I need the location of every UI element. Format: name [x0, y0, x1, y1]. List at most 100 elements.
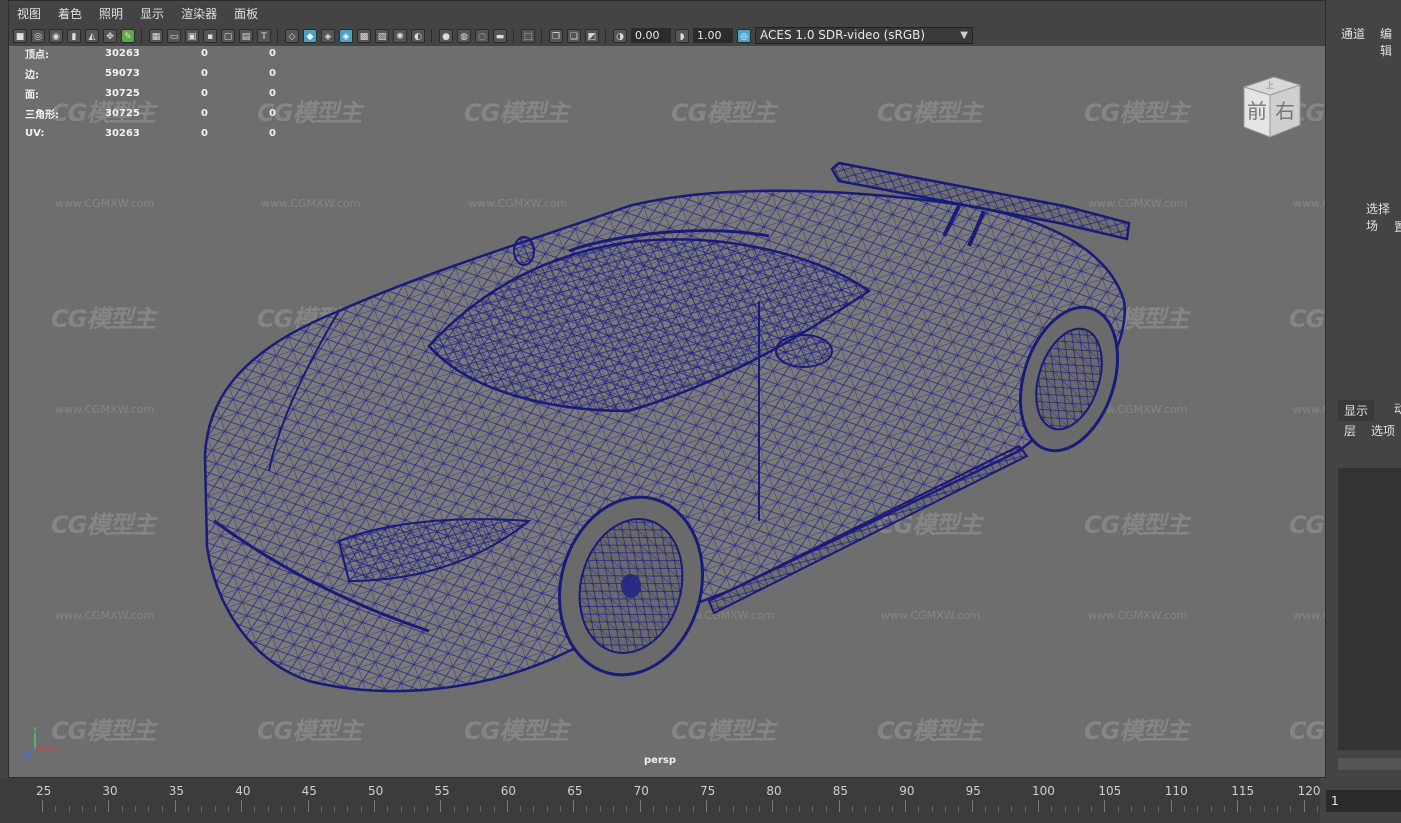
- timeline-tick-label: 100: [1032, 784, 1055, 798]
- viewcube-front-label: 前: [1247, 99, 1267, 123]
- timeline-minor-tick: [918, 806, 920, 812]
- gamma-field[interactable]: 1.00: [693, 28, 733, 43]
- color-space-value: ACES 1.0 SDR-video (sRGB): [760, 28, 926, 42]
- wireframe-icon[interactable]: ◇: [285, 28, 299, 43]
- timeline-minor-tick: [81, 806, 83, 812]
- channel-box-panel: 通道 编辑 选择场 置 显示 动 层 选项: [1328, 0, 1401, 778]
- timeline-minor-tick: [453, 806, 455, 812]
- default-material-icon[interactable]: ◈: [321, 28, 335, 43]
- xray-icon[interactable]: ▩: [357, 28, 371, 43]
- persp-viewport[interactable]: CG模型主 www.CGMXW.com CG模型主 www.CGMXW.com CG模型…: [8, 0, 1326, 778]
- camera-attr-icon[interactable]: ◉: [49, 28, 63, 43]
- hud-row: 面: 30725 0 0: [25, 83, 309, 103]
- hud-row: 顶点: 30263 0 0: [25, 43, 309, 63]
- timeline-minor-tick: [1157, 806, 1159, 812]
- timeline-minor-tick: [320, 806, 322, 812]
- timeline-tick-label: 85: [832, 784, 849, 798]
- motion-blur-icon[interactable]: ◍: [457, 28, 471, 43]
- tab-display-layers[interactable]: 显示: [1338, 400, 1375, 421]
- options-menu[interactable]: 选项: [1371, 422, 1395, 439]
- gamma-icon[interactable]: ◗: [675, 28, 689, 43]
- menu-item[interactable]: 面板: [234, 5, 258, 22]
- hud-value: 0: [269, 107, 276, 119]
- layers-menu[interactable]: 层: [1344, 422, 1356, 439]
- xray-active-icon[interactable]: ❏: [567, 28, 581, 43]
- timeline-minor-tick: [334, 806, 336, 812]
- view-cube[interactable]: 上 前 右: [1234, 73, 1306, 143]
- textured-icon[interactable]: ▨: [375, 28, 389, 43]
- timeline-minor-tick: [427, 806, 429, 812]
- timeline-minor-tick: [1210, 806, 1212, 812]
- camera-lock-icon[interactable]: ◎: [31, 28, 45, 43]
- shadows-icon[interactable]: ◐: [411, 28, 425, 43]
- timeline-minor-tick: [1277, 806, 1279, 812]
- hud-value: 0: [269, 87, 276, 99]
- timeline-minor-tick: [161, 806, 163, 812]
- grease-pencil-icon[interactable]: ✎: [121, 28, 135, 43]
- hud-value: 30725: [105, 87, 140, 99]
- timeline-tick: [174, 800, 176, 812]
- pan-zoom-icon[interactable]: ✥: [103, 28, 117, 43]
- timeline-minor-tick: [188, 806, 190, 812]
- camera-icon[interactable]: ■: [13, 28, 27, 43]
- timeline-tick: [1170, 800, 1172, 812]
- timeline-tick-label: 115: [1231, 784, 1255, 798]
- toolbar-separator: [431, 28, 432, 43]
- timeline-minor-tick: [825, 806, 827, 812]
- menu-item[interactable]: 照明: [99, 5, 123, 22]
- grid-icon[interactable]: ▦: [149, 28, 163, 43]
- safe-action-icon[interactable]: ▤: [239, 28, 253, 43]
- timeline-tick: [1303, 800, 1305, 812]
- tab-channels[interactable]: 通道: [1341, 25, 1365, 42]
- timeline-minor-tick: [1144, 806, 1146, 812]
- film-gate-icon[interactable]: ▭: [167, 28, 181, 43]
- safe-title-icon[interactable]: T: [257, 28, 271, 43]
- color-management-icon[interactable]: ◎: [737, 28, 751, 43]
- exposure-icon[interactable]: ◑: [613, 28, 627, 43]
- isolate-select-icon[interactable]: ⬚: [521, 28, 535, 43]
- timeline-minor-tick: [719, 806, 721, 812]
- anti-aliasing-icon[interactable]: ◌: [475, 28, 489, 43]
- timeline-tick-label: 30: [102, 784, 118, 798]
- timeline-tick-label: 40: [235, 784, 251, 798]
- hud-label: UV:: [25, 127, 45, 139]
- hud-row: 三角形: 30725 0 0: [25, 103, 309, 123]
- gate-mask-icon[interactable]: ▪: [203, 28, 217, 43]
- timeline-minor-tick: [599, 806, 601, 812]
- image-plane-icon[interactable]: ◭: [85, 28, 99, 43]
- exposure-field[interactable]: 0.00: [631, 28, 671, 43]
- timeline-minor-tick: [387, 806, 389, 812]
- color-space-dropdown[interactable]: ACES 1.0 SDR-video (sRGB) ▼: [755, 27, 973, 44]
- current-frame-field[interactable]: 1: [1326, 790, 1401, 812]
- layer-list-scrollbar[interactable]: [1338, 758, 1401, 770]
- timeline-minor-tick: [1316, 806, 1318, 812]
- wireframe-on-shaded-icon[interactable]: ◈: [339, 28, 353, 43]
- tab-anim-layers[interactable]: 动: [1394, 400, 1401, 417]
- timeline-minor-tick: [281, 806, 283, 812]
- menu-item[interactable]: 着色: [58, 5, 82, 22]
- timeline-minor-tick: [227, 806, 229, 812]
- bookmark-icon[interactable]: ▮: [67, 28, 81, 43]
- lights-icon[interactable]: ✺: [393, 28, 407, 43]
- camera-label: persp: [644, 755, 676, 766]
- menu-item[interactable]: 显示: [140, 5, 164, 22]
- timeline-minor-tick: [347, 806, 349, 812]
- menu-item[interactable]: 视图: [17, 5, 41, 22]
- time-slider[interactable]: 25 30 35 40 45 50 55 60 65 70 75 80 85 90 95 100 105 110 1…: [0, 778, 1321, 823]
- layer-list[interactable]: [1338, 468, 1401, 750]
- resolution-gate-icon[interactable]: ▣: [185, 28, 199, 43]
- toolbar-separator: [541, 28, 542, 43]
- xray-joints-icon[interactable]: ❐: [549, 28, 563, 43]
- timeline-minor-tick: [493, 806, 495, 812]
- screen-space-ao-icon[interactable]: ●: [439, 28, 453, 43]
- menu-item[interactable]: 渲染器: [181, 5, 217, 22]
- smooth-shade-icon[interactable]: ◆: [303, 28, 317, 43]
- timeline-tick-label: 25: [36, 784, 52, 798]
- timeline-minor-tick: [546, 806, 548, 812]
- field-chart-icon[interactable]: ▢: [221, 28, 235, 43]
- timeline-tick: [1038, 800, 1039, 812]
- tab-edit[interactable]: 编辑: [1380, 25, 1401, 59]
- timeline-tick: [42, 800, 43, 812]
- depth-of-field-icon[interactable]: ▬: [493, 28, 507, 43]
- backface-culling-icon[interactable]: ◩: [585, 28, 599, 43]
